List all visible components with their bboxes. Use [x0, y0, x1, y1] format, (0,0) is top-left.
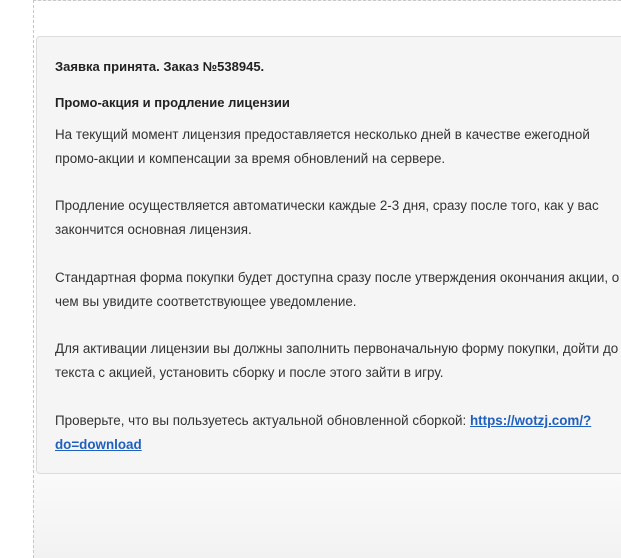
promo-heading: Промо-акция и продление лицензии — [55, 95, 290, 110]
promo-paragraph-1: На текущий момент лицензия предоставляет… — [55, 127, 590, 166]
promo-paragraph-2: Продление осуществляется автоматически к… — [55, 198, 599, 237]
order-title: Заявка принята. Заказ №538945. — [55, 59, 265, 74]
promo-paragraph-3: Стандартная форма покупки будет доступна… — [55, 270, 620, 309]
promo-paragraph-4: Для активации лицензии вы должны заполни… — [55, 341, 619, 380]
check-build-text: Проверьте, что вы пользуетесь актуальной… — [55, 413, 470, 428]
page: Заявка принята. Заказ №538945. Промо-акц… — [0, 0, 621, 558]
order-confirmation-box: Заявка принята. Заказ №538945. Промо-акц… — [36, 36, 621, 474]
check-build-paragraph: Проверьте, что вы пользуетесь актуальной… — [55, 409, 621, 457]
